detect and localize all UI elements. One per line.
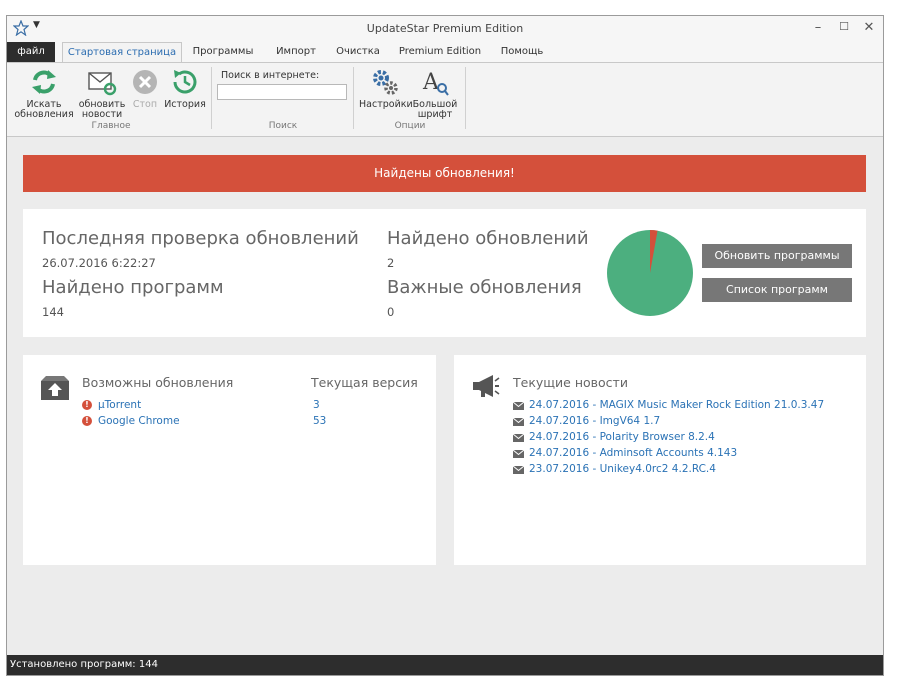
history-button[interactable]: История xyxy=(163,67,207,110)
history-label: История xyxy=(164,99,206,110)
refresh-icon xyxy=(32,70,56,94)
news-panel: Текущие новости 24.07.2016 - MAGIX Music… xyxy=(454,355,866,565)
svg-text:A: A xyxy=(422,70,440,95)
warning-icon: ! xyxy=(82,416,92,426)
search-updates-label: Искать обновления xyxy=(14,99,74,120)
update-programs-button[interactable]: Обновить программы xyxy=(702,244,852,268)
tab-programs[interactable]: Программы xyxy=(187,42,259,62)
tab-premium-edition[interactable]: Premium Edition xyxy=(395,42,485,62)
envelope-icon xyxy=(513,450,524,458)
news-item[interactable]: 24.07.2016 - ImgV64 1.7 xyxy=(529,415,660,427)
minimize-button[interactable]: – xyxy=(809,20,827,35)
envelope-icon xyxy=(513,402,524,410)
stop-icon xyxy=(133,70,157,94)
program-list-button[interactable]: Список программ xyxy=(702,278,852,302)
updates-panel: Возможны обновления Текущая версия ! µTo… xyxy=(23,355,436,565)
news-panel-title: Текущие новости xyxy=(513,375,628,390)
update-item-version[interactable]: 53 xyxy=(313,415,326,427)
settings-label: Настройки xyxy=(359,99,413,110)
current-version-header: Текущая версия xyxy=(311,375,418,390)
updates-found-banner: Найдены обновления! xyxy=(23,155,866,192)
menu-tabs: файл Стартовая страница Программы Импорт… xyxy=(7,42,883,63)
file-menu-button[interactable]: файл xyxy=(7,42,55,62)
ribbon-separator xyxy=(353,67,354,129)
megaphone-icon xyxy=(473,375,500,397)
update-item-version[interactable]: 3 xyxy=(313,399,320,411)
envelope-icon xyxy=(513,466,524,474)
title-bar: ▼ UpdateStar Premium Edition – ☐ ✕ xyxy=(7,16,883,42)
app-window: ▼ UpdateStar Premium Edition – ☐ ✕ файл … xyxy=(6,15,884,676)
tab-help[interactable]: Помощь xyxy=(493,42,551,62)
envelope-refresh-icon xyxy=(88,72,117,96)
tab-cleanup[interactable]: Очистка xyxy=(329,42,387,62)
last-check-label: Последняя проверка обновлений xyxy=(42,228,359,249)
programs-found-value: 144 xyxy=(42,305,64,319)
update-news-button[interactable]: обновить новости xyxy=(75,67,129,120)
programs-found-label: Найдено программ xyxy=(42,277,224,298)
envelope-icon xyxy=(513,434,524,442)
window-title: UpdateStar Premium Edition xyxy=(366,22,524,35)
search-updates-button[interactable]: Искать обновления xyxy=(13,67,75,120)
update-item-name[interactable]: Google Chrome xyxy=(98,415,180,427)
maximize-button[interactable]: ☐ xyxy=(835,20,853,33)
settings-button[interactable]: Настройки xyxy=(359,67,413,110)
summary-panel: Последняя проверка обновлений 26.07.2016… xyxy=(23,209,866,337)
important-updates-value: 0 xyxy=(387,305,395,319)
updates-panel-title: Возможны обновления xyxy=(82,375,234,390)
ribbon-separator xyxy=(211,67,212,129)
news-item[interactable]: 23.07.2016 - Unikey4.0rc2 4.2.RC.4 xyxy=(529,463,716,475)
news-item[interactable]: 24.07.2016 - Polarity Browser 8.2.4 xyxy=(529,431,715,443)
tab-start-page[interactable]: Стартовая страница xyxy=(62,42,182,63)
history-icon xyxy=(173,70,197,94)
large-font-button[interactable]: A Большой шрифт xyxy=(411,67,459,120)
large-font-label: Большой шрифт xyxy=(412,99,458,120)
ribbon: Искать обновления обновить новости Стоп xyxy=(7,62,883,137)
group-label-search: Поиск xyxy=(268,121,298,131)
updates-pie-chart xyxy=(607,230,693,316)
group-label-main: Главное xyxy=(91,121,131,131)
close-button[interactable]: ✕ xyxy=(860,20,878,35)
important-updates-label: Важные обновления xyxy=(387,277,582,298)
envelope-icon xyxy=(513,418,524,426)
search-label: Поиск в интернете: xyxy=(221,70,320,81)
update-news-label: обновить новости xyxy=(78,99,126,120)
upload-box-icon xyxy=(41,376,69,400)
group-label-options: Опции xyxy=(394,121,426,131)
status-bar: Установлено программ: 144 xyxy=(7,655,883,675)
ribbon-separator xyxy=(465,67,466,129)
font-magnifier-icon: A xyxy=(422,70,449,96)
stop-label: Стоп xyxy=(132,99,158,110)
search-input[interactable] xyxy=(217,84,347,100)
last-check-value: 26.07.2016 6:22:27 xyxy=(42,256,156,270)
stop-button[interactable]: Стоп xyxy=(129,67,161,110)
news-item[interactable]: 24.07.2016 - Adminsoft Accounts 4.143 xyxy=(529,447,737,459)
warning-icon: ! xyxy=(82,400,92,410)
gears-icon xyxy=(373,70,398,95)
tab-import[interactable]: Импорт xyxy=(265,42,327,62)
updates-found-label: Найдено обновлений xyxy=(387,228,589,249)
news-item[interactable]: 24.07.2016 - MAGIX Music Maker Rock Edit… xyxy=(529,399,824,411)
update-item-name[interactable]: µTorrent xyxy=(98,399,141,411)
updates-found-value: 2 xyxy=(387,256,395,270)
